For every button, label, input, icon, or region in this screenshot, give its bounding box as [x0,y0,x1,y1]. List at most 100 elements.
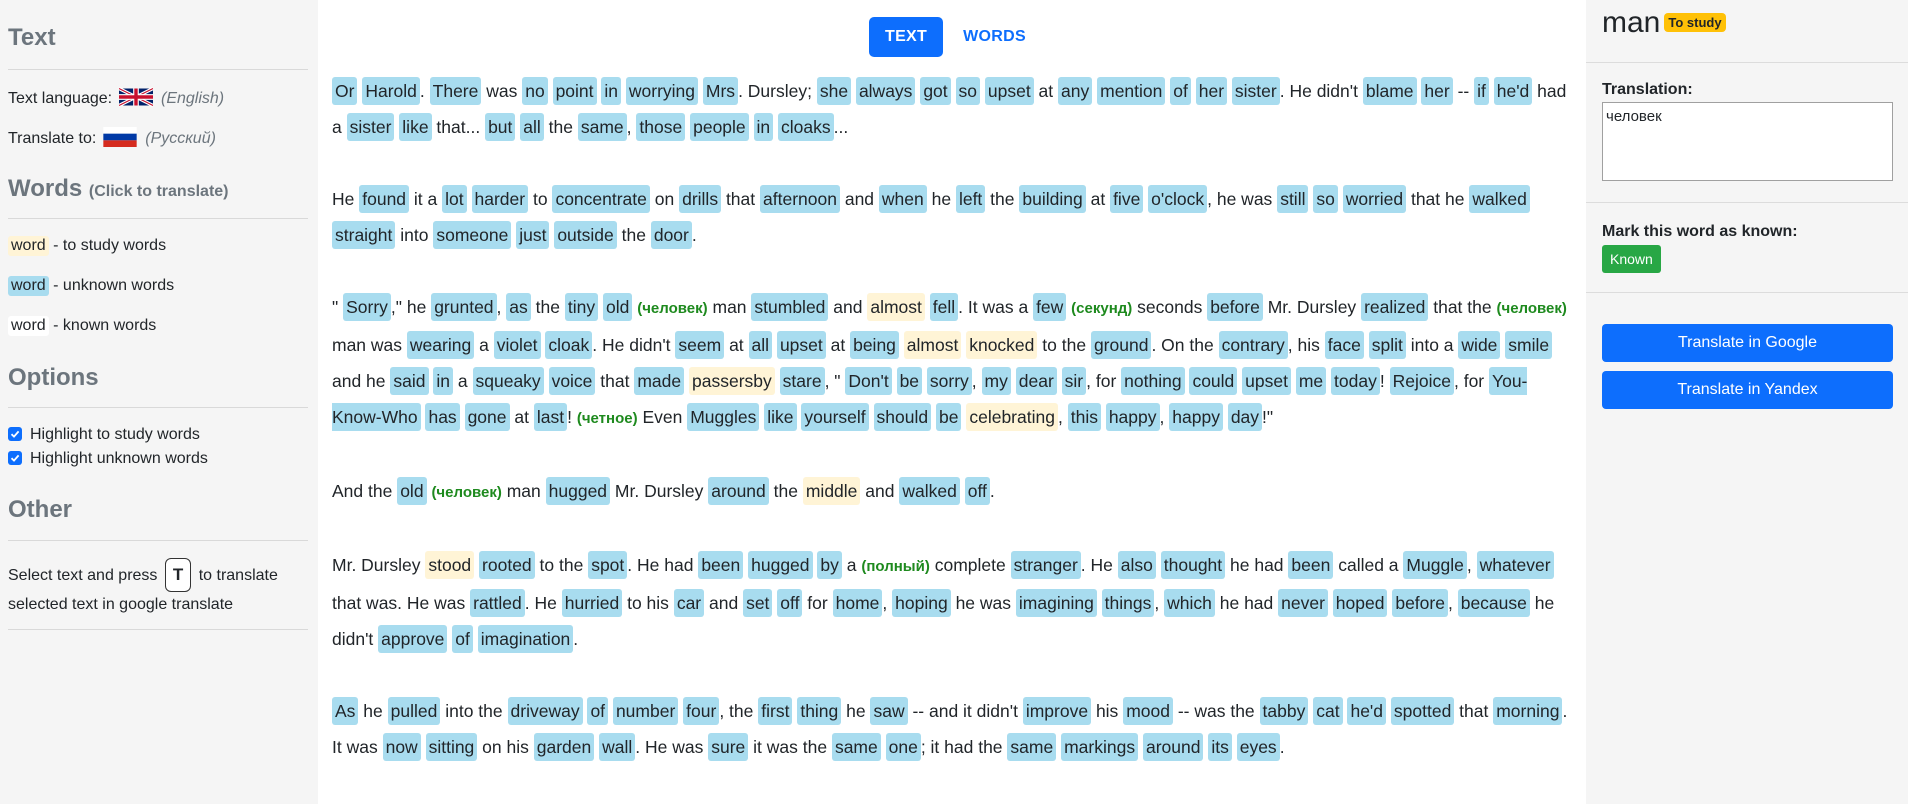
unknown-word[interactable]: if [1474,77,1489,105]
unknown-word[interactable]: off [964,477,990,505]
unknown-word[interactable]: stare [779,367,825,395]
unknown-word[interactable]: sister [346,113,395,141]
translation-field[interactable]: человек [1602,102,1893,181]
unknown-word[interactable]: off [777,589,803,617]
unknown-word[interactable]: people [690,113,749,141]
translate-google-button[interactable]: Translate in Google [1602,324,1893,362]
unknown-word[interactable]: my [981,367,1011,395]
unknown-word[interactable]: before [1207,293,1263,321]
unknown-word[interactable]: like [764,403,797,431]
unknown-word[interactable]: Or [332,77,358,105]
unknown-word[interactable]: straight [332,221,396,249]
unknown-word[interactable]: yourself [801,403,869,431]
unknown-word[interactable]: me [1295,367,1327,395]
unknown-word[interactable]: nothing [1121,367,1185,395]
unknown-word[interactable]: markings [1061,733,1139,761]
unknown-word[interactable]: realized [1361,293,1429,321]
unknown-word[interactable]: number [612,697,679,725]
unknown-word[interactable]: Mrs [702,77,739,105]
unknown-word[interactable]: point [552,77,597,105]
unknown-word[interactable]: thought [1160,551,1226,579]
unknown-word[interactable]: walked [1469,185,1530,213]
unknown-word[interactable]: hugged [748,551,813,579]
unknown-word[interactable]: those [636,113,686,141]
unknown-word[interactable]: always [855,77,916,105]
unknown-word[interactable]: stumbled [751,293,829,321]
study-word[interactable]: almost [867,293,925,321]
unknown-word[interactable]: imagination [477,625,574,653]
unknown-word[interactable]: wide [1458,331,1501,359]
unknown-word[interactable]: could [1189,367,1238,395]
unknown-word[interactable]: Rejoice [1389,367,1454,395]
unknown-word[interactable]: grunted [431,293,497,321]
unknown-word[interactable]: saw [870,697,908,725]
unknown-word[interactable]: happy [1169,403,1223,431]
unknown-word[interactable]: today [1331,367,1380,395]
unknown-word[interactable]: he'd [1493,77,1533,105]
unknown-word[interactable]: o'clock [1148,185,1208,213]
study-word[interactable]: middle [802,477,861,505]
unknown-word[interactable]: same [577,113,627,141]
unknown-word[interactable]: should [873,403,932,431]
checkbox-checked-icon[interactable] [8,427,22,441]
study-word[interactable]: passersby [689,367,775,395]
unknown-word[interactable]: cat [1313,697,1343,725]
unknown-word[interactable]: be [896,367,923,395]
unknown-word[interactable]: cloak [545,331,593,359]
unknown-word[interactable]: tiny [564,293,599,321]
unknown-word[interactable]: same [1007,733,1057,761]
unknown-word[interactable]: last [533,403,568,431]
unknown-word[interactable]: spotted [1390,697,1455,725]
unknown-word[interactable]: she [816,77,852,105]
unknown-word[interactable]: now [382,733,421,761]
unknown-word[interactable]: same [831,733,881,761]
unknown-word[interactable]: being [850,331,899,359]
unknown-word[interactable]: like [399,113,432,141]
unknown-word[interactable]: lot [442,185,467,213]
unknown-word[interactable]: old [397,477,427,505]
unknown-word[interactable]: of [1170,77,1191,105]
unknown-word[interactable]: pulled [387,697,441,725]
unknown-word[interactable]: home [832,589,883,617]
unknown-word[interactable]: hugged [545,477,611,505]
unknown-word[interactable]: things [1101,589,1155,617]
unknown-word[interactable]: sitting [425,733,478,761]
unknown-word[interactable]: Sorry [343,293,391,321]
unknown-word[interactable]: face [1324,331,1364,359]
unknown-word[interactable]: in [433,367,454,395]
unknown-word[interactable]: There [429,77,482,105]
unknown-word[interactable]: so [955,77,980,105]
unknown-word[interactable]: hurried [561,589,623,617]
unknown-word[interactable]: approve [378,625,448,653]
unknown-word[interactable]: which [1164,589,1215,617]
unknown-word[interactable]: all [520,113,544,141]
unknown-word[interactable]: violet [493,331,541,359]
unknown-word[interactable]: mention [1097,77,1166,105]
unknown-word[interactable]: walked [899,477,960,505]
unknown-word[interactable]: by [817,551,842,579]
unknown-word[interactable]: because [1457,589,1530,617]
unknown-word[interactable]: seem [675,331,725,359]
unknown-word[interactable]: worrying [625,77,699,105]
unknown-word[interactable]: hoped [1332,589,1388,617]
unknown-word[interactable]: gone [464,403,510,431]
unknown-word[interactable]: afternoon [760,185,840,213]
unknown-word[interactable]: got [920,77,951,105]
unknown-word[interactable]: Harold [362,77,420,105]
unknown-word[interactable]: improve [1022,697,1092,725]
unknown-word[interactable]: has [425,403,460,431]
unknown-word[interactable]: also [1117,551,1156,579]
unknown-word[interactable]: cloaks [778,113,834,141]
study-word[interactable]: stood [425,551,475,579]
study-word[interactable]: almost [903,331,962,359]
unknown-word[interactable]: split [1368,331,1406,359]
unknown-word[interactable]: car [673,589,705,617]
unknown-word[interactable]: ground [1090,331,1152,359]
unknown-word[interactable]: hoping [892,589,951,617]
unknown-word[interactable]: of [587,697,609,725]
unknown-word[interactable]: happy [1105,403,1160,431]
unknown-word[interactable]: building [1019,185,1086,213]
unknown-word[interactable]: wall [599,733,636,761]
unknown-word[interactable]: as [506,293,531,321]
unknown-word[interactable]: this [1067,403,1101,431]
